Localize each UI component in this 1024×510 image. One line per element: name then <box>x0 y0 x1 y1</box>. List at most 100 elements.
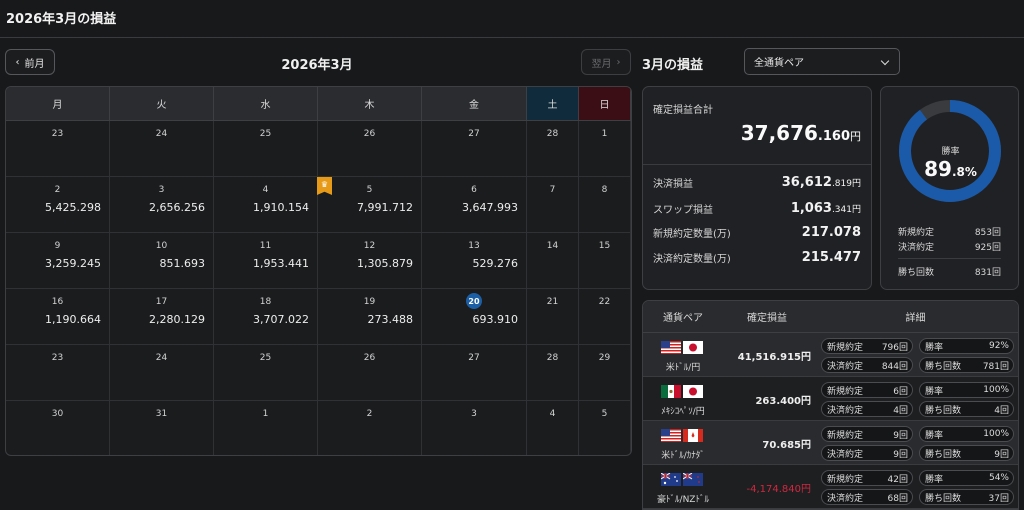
day-number: 29 <box>598 353 611 363</box>
summary-card: 確定損益合計 37,676 .160 円 決済損益 36,612.819円 スワップ… <box>642 86 872 290</box>
table-row[interactable]: 豪ﾄﾞﾙ/NZﾄﾞﾙ -4,174.840円 新規約定 42回 決済約定 68回 勝率 54%… <box>643 465 1018 509</box>
pill-label: 勝率 <box>925 386 944 397</box>
summary-row: 新規約定数量(万) 217.078 <box>653 221 861 243</box>
day-number: 26 <box>363 353 376 363</box>
currency-pair-select[interactable]: 全通貨ペア <box>744 48 900 75</box>
pair-name: 豪ﾄﾞﾙ/NZﾄﾞﾙ <box>657 495 709 505</box>
table-row[interactable]: ﾒｷｼｺﾍﾟｿ/円 263.400円 新規約定 6回 決済約定 4回 勝率 100% 勝ち回数 4… <box>643 377 1018 421</box>
calendar-day-cell[interactable]: 26 <box>318 121 422 177</box>
calendar-day-cell[interactable]: 24 <box>110 121 214 177</box>
pill-value: 9回 <box>994 449 1009 460</box>
day-number: 4 <box>262 185 269 195</box>
next-month-label: 翌月 <box>591 58 612 70</box>
day-number: 11 <box>259 241 272 251</box>
calendar-day-cell[interactable]: 13 529.276 <box>422 233 527 289</box>
calendar-day-cell[interactable]: 2 <box>318 401 422 455</box>
total-unit: 円 <box>850 130 861 143</box>
calendar-day-cell[interactable]: 24 <box>110 345 214 401</box>
next-month-button[interactable]: 翌月 › <box>581 49 631 75</box>
calendar-day-cell[interactable]: 10 851.693 <box>110 233 214 289</box>
stat-value: 853回 <box>974 228 1001 238</box>
calendar-day-cell[interactable]: 26 <box>318 345 422 401</box>
calendar-day-cell[interactable]: 1 <box>214 401 318 455</box>
calendar-day-cell[interactable]: 27 <box>422 345 527 401</box>
day-number: 16 <box>51 297 64 307</box>
calendar-day-cell[interactable]: 14 <box>527 233 579 289</box>
calendar-day-cell[interactable]: 8 <box>579 177 631 233</box>
calendar-day-cell[interactable]: 28 <box>527 345 579 401</box>
winrate-stat-row: 決済約定 925回 <box>898 240 1001 253</box>
pill-label: 勝ち回数 <box>925 405 962 416</box>
calendar-day-cell[interactable]: 11 1,953.441 <box>214 233 318 289</box>
calendar-day-cell[interactable]: 5 7,991.712 ♛ <box>317 177 422 233</box>
pill-label: 決済約定 <box>827 493 864 504</box>
calendar-day-cell[interactable]: 23 <box>6 345 110 401</box>
total-label: 確定損益合計 <box>653 105 713 116</box>
flag-us-icon <box>661 339 681 354</box>
calendar-day-cell[interactable]: 17 2,280.129 <box>110 289 214 345</box>
day-profit: 273.488 <box>367 313 414 326</box>
value-int: 217.078 <box>801 224 861 240</box>
calendar-day-cell[interactable]: 21 <box>527 289 579 345</box>
calendar-day-cell[interactable]: 3 <box>422 401 527 455</box>
day-number: 12 <box>363 241 376 251</box>
calendar-day-cell[interactable]: 20 693.910 <box>422 289 527 345</box>
pill-label: 新規約定 <box>827 386 864 397</box>
close-trades-pill: 決済約定 9回 <box>821 445 913 461</box>
day-number: 15 <box>598 241 611 251</box>
calendar-day-cell[interactable]: 22 <box>579 289 631 345</box>
summary-row-value: 217.078 <box>802 225 861 240</box>
table-row[interactable]: 米ﾄﾞﾙ/ｶﾅﾀﾞ 70.685円 新規約定 9回 決済約定 9回 勝率 100% 勝ち回数 9回 <box>643 421 1018 465</box>
calendar-day-cell[interactable]: 28 <box>527 121 579 177</box>
stat-label: 新規約定 <box>898 228 935 238</box>
calendar-day-cell[interactable]: 5 <box>579 401 631 455</box>
pill-label: 新規約定 <box>827 430 864 441</box>
calendar-day-cell[interactable]: 23 <box>6 121 110 177</box>
calendar-day-cell[interactable]: 25 <box>214 345 318 401</box>
winrate-value: 89 .8% <box>881 157 1020 181</box>
calendar-day-cell[interactable]: 29 <box>579 345 631 401</box>
stat-label: 勝ち回数 <box>898 268 935 278</box>
day-number: 1 <box>262 409 269 419</box>
new-trades-pill: 新規約定 42回 <box>821 470 913 486</box>
weekday-header: 火 <box>110 87 214 121</box>
close-trades-pill: 決済約定 4回 <box>821 401 913 417</box>
calendar-day-cell[interactable]: 3 2,656.256 <box>110 177 214 233</box>
calendar-day-cell[interactable]: 7 <box>527 177 579 233</box>
pill-label: 勝率 <box>925 430 944 441</box>
win-rate-pill: 勝率 54% <box>919 470 1014 486</box>
calendar-day-cell[interactable]: 16 1,190.664 <box>6 289 110 345</box>
calendar-day-cell[interactable]: 30 <box>6 401 110 455</box>
weekday-header: 月 <box>6 87 110 121</box>
calendar-day-cell[interactable]: 19 273.488 <box>318 289 422 345</box>
calendar-day-cell[interactable]: 18 3,707.022 <box>214 289 318 345</box>
day-profit: 2,656.256 <box>149 201 205 214</box>
calendar-day-cell[interactable]: 1 <box>579 121 631 177</box>
new-trades-pill: 新規約定 6回 <box>821 382 913 398</box>
total-int: 37,676 <box>740 121 818 145</box>
pill-value: 42回 <box>887 474 908 485</box>
close-trades-pill: 決済約定 68回 <box>821 489 913 505</box>
calendar-day-cell[interactable]: 31 <box>110 401 214 455</box>
calendar-day-cell[interactable]: 12 1,305.879 <box>318 233 422 289</box>
calendar-day-cell[interactable]: 9 3,259.245 <box>6 233 110 289</box>
calendar-day-cell[interactable]: 15 <box>579 233 631 289</box>
calendar-day-cell[interactable]: 27 <box>422 121 527 177</box>
flag-jp-icon <box>683 339 703 354</box>
calendar-day-cell[interactable]: 6 3,647.993 <box>422 177 527 233</box>
day-number: 23 <box>51 353 64 363</box>
day-profit: 1,910.154 <box>253 201 309 214</box>
calendar-day-cell[interactable]: 2 5,425.298 <box>6 177 110 233</box>
day-number: 13 <box>468 241 480 251</box>
pair-pl: 263.400円 <box>755 396 811 407</box>
calendar-day-cell[interactable]: 25 <box>214 121 318 177</box>
day-profit: 529.276 <box>472 257 519 270</box>
value-int: 36,612 <box>781 174 832 190</box>
table-row[interactable]: 米ﾄﾞﾙ/円 41,516.915円 新規約定 796回 決済約定 844回 勝率 92% 勝ち… <box>643 333 1018 377</box>
total-dec: .160 <box>817 129 850 144</box>
calendar-day-cell[interactable]: 4 1,910.154 <box>214 177 318 233</box>
prev-month-button[interactable]: ‹ 前月 <box>5 49 55 75</box>
calendar-day-cell[interactable]: 4 <box>527 401 579 455</box>
pill-label: 決済約定 <box>827 405 864 416</box>
day-number: 26 <box>363 129 376 139</box>
